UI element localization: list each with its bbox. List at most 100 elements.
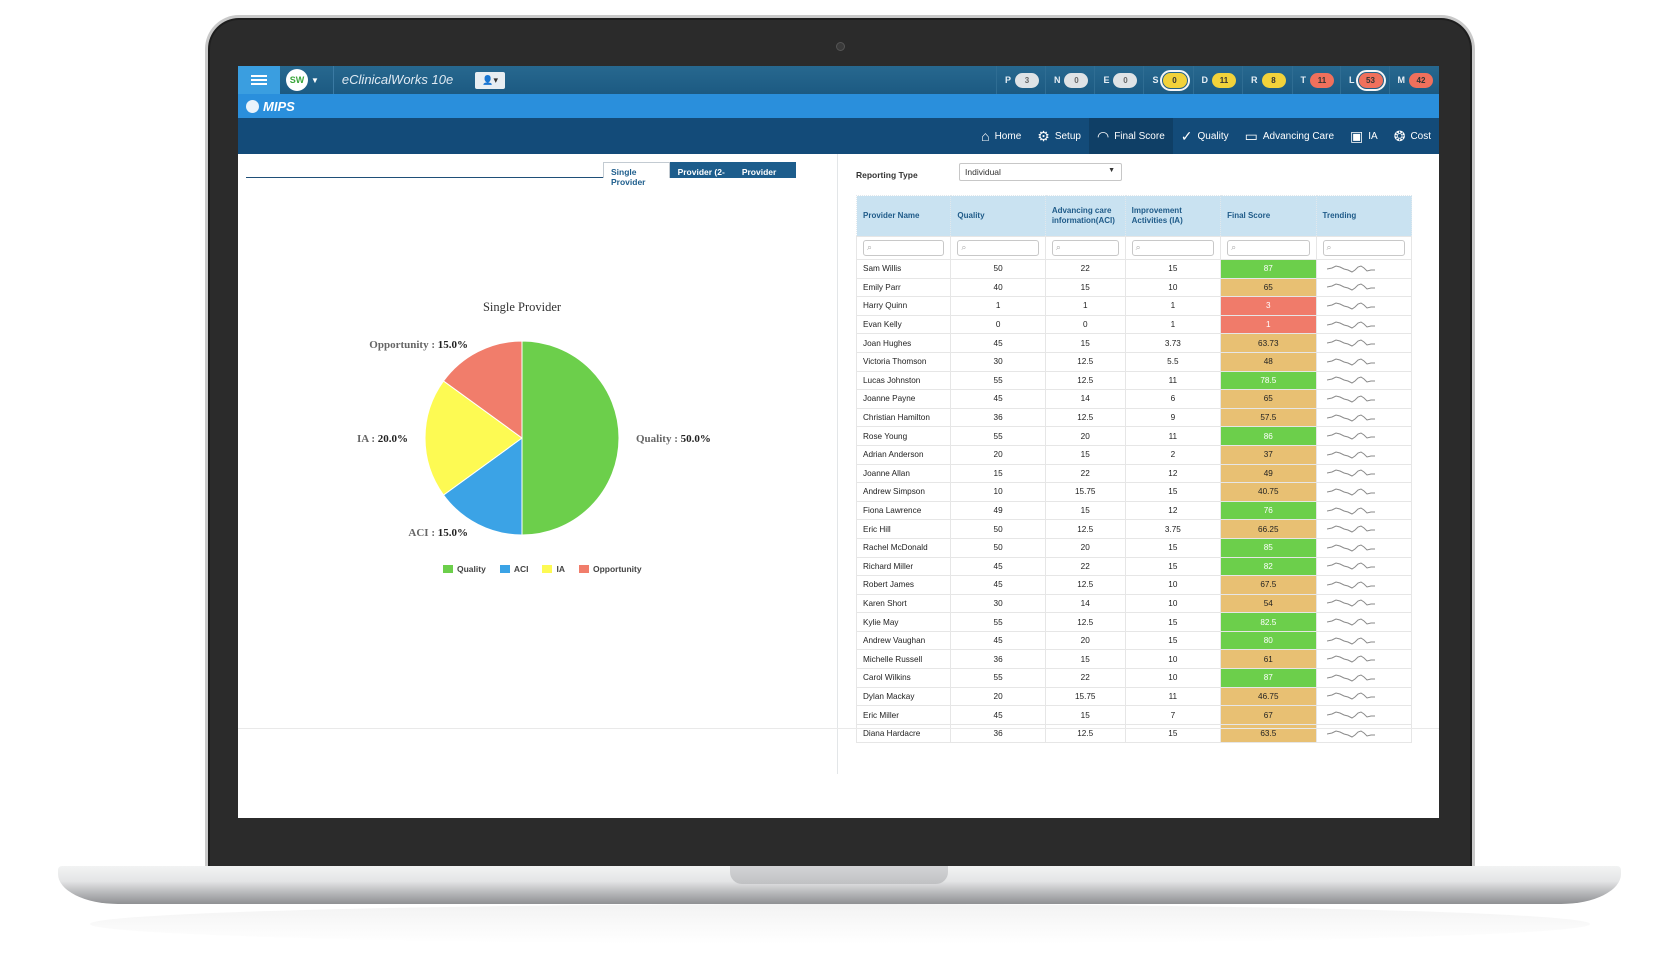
column-filter-input[interactable]: ⌕ [957, 240, 1039, 256]
table-row[interactable]: Evan Kelly 0 0 1 1 [855, 314, 1413, 335]
table-row[interactable]: Rachel McDonald 50 20 15 85 [855, 537, 1413, 558]
table-row[interactable]: Karen Short 30 14 10 54 [855, 593, 1413, 614]
badge-m[interactable]: M 42 [1388, 66, 1440, 94]
filter-cell: ⌕ [950, 236, 1046, 260]
trend-sparkline [1326, 395, 1375, 403]
ia-cell: 3.73 [1124, 333, 1222, 353]
table-row[interactable]: Dylan Mackay 20 15.75 11 46.75 [855, 686, 1413, 707]
user-avatar[interactable]: SW [286, 69, 308, 91]
aci-cell: 15 [1044, 705, 1126, 725]
legend-item-quality[interactable]: Quality [443, 564, 486, 574]
column-header-0[interactable]: Provider Name [855, 195, 952, 237]
nav-home[interactable]: ⌂ Home [973, 118, 1029, 154]
table-row[interactable]: Fiona Lawrence 49 15 12 76 [855, 500, 1413, 521]
nav-setup[interactable]: ⚙ Setup [1029, 118, 1089, 154]
badge-e[interactable]: E0 [1094, 66, 1143, 94]
badge-s[interactable]: S0 [1143, 66, 1192, 94]
provider-name-cell: Eric Miller [855, 705, 952, 725]
trending-cell [1315, 519, 1413, 539]
trend-sparkline [1326, 506, 1375, 515]
final-score-cell: 3 [1220, 296, 1317, 316]
quality-cell: 20 [950, 444, 1046, 465]
table-row[interactable]: Michelle Russell 36 15 10 61 [855, 649, 1413, 670]
table-row[interactable]: Harry Quinn 1 1 1 3 [855, 296, 1413, 316]
trending-cell [1315, 314, 1413, 335]
trending-cell [1315, 333, 1413, 353]
table-row[interactable]: Richard Miller 45 22 15 82 [855, 556, 1413, 577]
table-row[interactable]: Joanne Payne 45 14 6 65 [855, 389, 1413, 409]
ia-cell: 10 [1124, 575, 1222, 595]
column-filter-input[interactable]: ⌕ [863, 240, 945, 256]
table-row[interactable]: Christian Hamilton 36 12.5 9 57.5 [855, 407, 1413, 428]
badge-t[interactable]: T 11 [1291, 66, 1341, 94]
column-header-1[interactable]: Quality [950, 195, 1046, 237]
nav-quality[interactable]: ✓ Quality [1173, 118, 1237, 154]
trending-cell [1315, 537, 1413, 558]
badge-r[interactable]: R8 [1242, 66, 1292, 94]
user-menu-caret-icon[interactable]: ▼ [311, 76, 319, 85]
badge-n[interactable]: N0 [1044, 66, 1095, 94]
legend-item-opportunity[interactable]: Opportunity [578, 564, 642, 574]
badge-p[interactable]: P3 [995, 66, 1045, 94]
legend-item-ia[interactable]: IA [542, 564, 565, 574]
table-row[interactable]: Joan Hughes 45 15 3.73 63.73 [855, 333, 1413, 353]
ia-cell: 10 [1124, 668, 1222, 688]
table-row[interactable]: Joanne Allan 15 22 12 49 [855, 463, 1413, 484]
badge-d[interactable]: D 11 [1192, 66, 1243, 94]
final-score-cell: 63.73 [1220, 333, 1317, 353]
quality-cell: 20 [950, 686, 1046, 707]
trend-sparkline [1326, 358, 1375, 366]
pie-slice-quality[interactable] [521, 340, 620, 536]
table-row[interactable]: Victoria Thomson 30 12.5 5.5 48 [855, 351, 1413, 372]
column-header-4[interactable]: Final Score [1220, 195, 1317, 237]
badge-count: 11 [1310, 72, 1334, 88]
column-filter-input[interactable]: ⌕ [1322, 240, 1405, 256]
table-row[interactable]: Sam Willis 50 22 15 87 [855, 259, 1413, 279]
status-badges: P 3 N 0 E 0 S 0 D 11 R 8 T 11 L 53 M 42 [995, 66, 1440, 94]
trending-cell [1315, 668, 1413, 688]
nav-label: Home [994, 130, 1022, 142]
nav-advancing-care[interactable]: ▭ Advancing Care [1237, 118, 1342, 154]
column-filter-input[interactable]: ⌕ [1131, 240, 1215, 256]
ia-cell: 15 [1124, 556, 1222, 577]
final-score-cell: 65 [1220, 277, 1317, 298]
table-row[interactable]: Carol Wilkins 55 22 10 87 [855, 668, 1413, 688]
reporting-type-select[interactable]: Individual ▼ [959, 163, 1122, 181]
badge-key: T [1300, 75, 1307, 85]
hamburger-menu-button[interactable] [238, 66, 280, 94]
legend-label: Opportunity [592, 564, 642, 574]
patient-lookup-button[interactable]: 👤▾ [475, 71, 506, 89]
table-row[interactable]: Andrew Simpson 10 15.75 15 40.75 [855, 482, 1413, 502]
table-row[interactable]: Eric Hill 50 12.5 3.75 66.25 [855, 519, 1413, 539]
ia-cell: 6 [1124, 389, 1222, 409]
aci-cell: 22 [1044, 463, 1126, 484]
table-row[interactable]: Rose Young 55 20 11 86 [855, 426, 1413, 446]
column-header-5[interactable]: Trending [1315, 195, 1413, 237]
table-row[interactable]: Robert James 45 12.5 10 67.5 [855, 575, 1413, 595]
top-bar: SW ▼ eClinicalWorks 10e 👤▾ P 3 N 0 E 0 S 0 D 11 R 8… [238, 66, 1439, 94]
nav-final-score[interactable]: ◠ Final Score [1088, 118, 1173, 154]
table-row[interactable]: Adrian Anderson 20 15 2 37 [855, 444, 1413, 465]
legend-item-aci[interactable]: ACI [499, 564, 528, 574]
aci-cell: 12.5 [1044, 575, 1126, 595]
column-filter-input[interactable]: ⌕ [1051, 240, 1119, 256]
column-header-2[interactable]: Advancing care information(ACI) [1044, 195, 1126, 237]
table-row[interactable]: Emily Parr 40 15 10 65 [855, 277, 1413, 298]
table-row[interactable]: Andrew Vaughan 45 20 15 80 [855, 630, 1413, 651]
table-row[interactable]: Eric Miller 45 15 7 67 [855, 705, 1413, 725]
ia-cell: 15 [1124, 482, 1222, 502]
ia-cell: 15 [1124, 537, 1222, 558]
badge-l[interactable]: L 53 [1340, 66, 1389, 94]
chart-title: Single Provider [483, 300, 562, 314]
nav-cost[interactable]: ❂ Cost [1386, 118, 1439, 154]
trend-sparkline [1326, 730, 1375, 738]
trending-cell [1315, 370, 1413, 391]
column-filter-input[interactable]: ⌕ [1227, 240, 1310, 256]
nav-ia[interactable]: ▣ IA [1342, 118, 1386, 154]
column-header-3[interactable]: Improvement Activities (IA) [1124, 195, 1222, 237]
table-row[interactable]: Lucas Johnston 55 12.5 11 78.5 [855, 370, 1413, 391]
final-score-cell: 80 [1220, 630, 1317, 651]
table-row[interactable]: Kylie May 55 12.5 15 82.5 [855, 612, 1413, 632]
final-score-cell: 65 [1220, 389, 1317, 409]
badge-count: 42 [1409, 72, 1433, 88]
